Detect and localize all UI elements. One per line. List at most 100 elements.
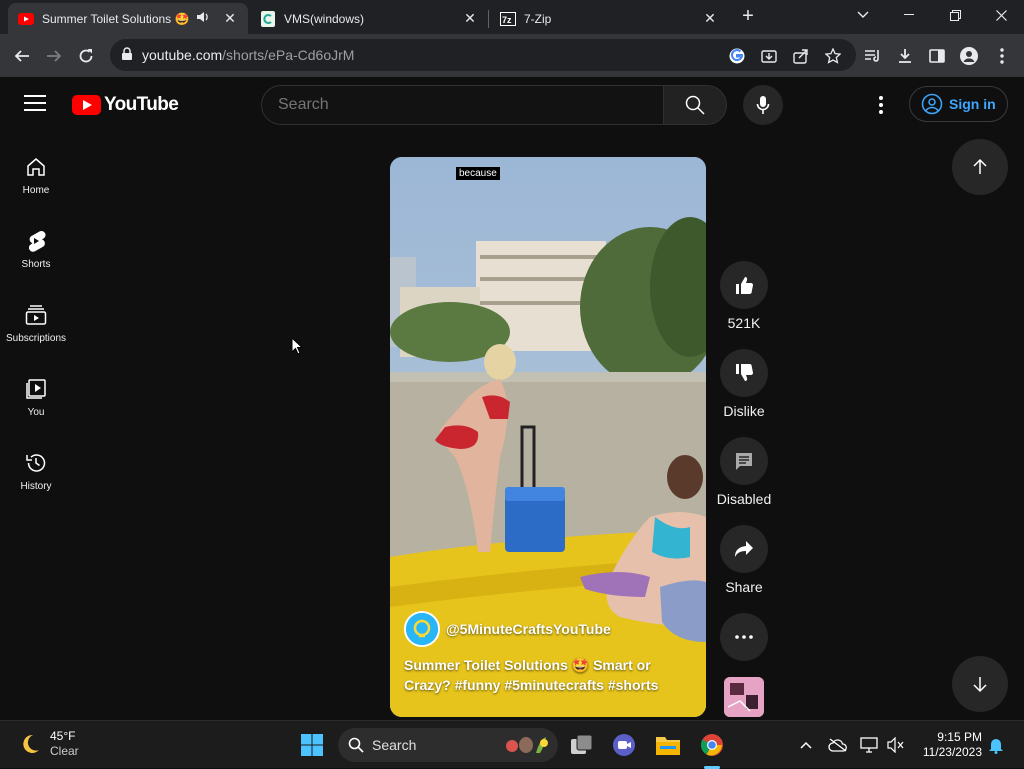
show-hidden-icons-chevron[interactable] bbox=[796, 735, 816, 755]
close-tab-icon[interactable]: ✕ bbox=[702, 10, 718, 27]
url-text[interactable]: youtube.com/shorts/ePa-Cd6oJrM bbox=[142, 47, 354, 63]
tab-vms-windows[interactable]: VMS(windows) ✕ bbox=[250, 3, 488, 34]
share-arrow-icon bbox=[735, 541, 753, 557]
weather-condition: Clear bbox=[50, 744, 79, 758]
next-short-button[interactable] bbox=[952, 656, 1008, 712]
thumbs-up-icon bbox=[736, 277, 754, 295]
sign-in-button[interactable]: Sign in bbox=[909, 86, 1008, 122]
back-button[interactable] bbox=[7, 41, 37, 71]
microphone-icon bbox=[756, 96, 770, 114]
mouse-cursor-icon bbox=[291, 337, 303, 355]
close-window-button[interactable] bbox=[978, 0, 1024, 30]
forward-button[interactable] bbox=[39, 41, 69, 71]
media-control-icon[interactable] bbox=[858, 41, 888, 71]
clock-date: 11/23/2023 bbox=[922, 745, 982, 759]
video-title[interactable]: Summer Toilet Solutions 🤩 Smart or Crazy… bbox=[404, 655, 694, 695]
search-box[interactable] bbox=[261, 85, 665, 125]
shorts-icon bbox=[28, 230, 46, 252]
close-tab-icon[interactable]: ✕ bbox=[222, 10, 238, 27]
voice-search-button[interactable] bbox=[743, 85, 783, 125]
comments-button[interactable]: Disabled bbox=[714, 437, 774, 507]
sidebar-label: You bbox=[27, 407, 45, 418]
settings-more-icon[interactable] bbox=[870, 93, 892, 117]
install-app-icon[interactable] bbox=[758, 45, 780, 67]
search-icon bbox=[685, 95, 705, 115]
chrome-icon bbox=[701, 734, 723, 756]
sidebar-label: Shorts bbox=[21, 259, 51, 270]
address-bar[interactable]: youtube.com/shorts/ePa-Cd6oJrM bbox=[110, 39, 856, 71]
browser-tab-strip: Summer Toilet Solutions 🤩 ✕ VMS(windows)… bbox=[0, 0, 1024, 34]
new-tab-button[interactable]: + bbox=[737, 5, 759, 29]
channel-avatar[interactable] bbox=[404, 611, 440, 647]
sidebar-label: History bbox=[20, 481, 52, 492]
youtube-page: YouTube Sign in Home Shorts Subscription… bbox=[0, 77, 1024, 720]
home-icon bbox=[27, 158, 45, 176]
profile-avatar-icon[interactable] bbox=[954, 41, 984, 71]
shorts-video-player[interactable]: because @5MinuteCraftsYouTube Summer Toi… bbox=[390, 157, 706, 717]
tab-7-zip[interactable]: 7z 7-Zip ✕ bbox=[490, 3, 728, 34]
account-circle-icon bbox=[921, 93, 943, 115]
folder-icon bbox=[656, 737, 680, 755]
bookmark-star-icon[interactable] bbox=[822, 45, 844, 67]
minimize-button[interactable] bbox=[886, 0, 932, 30]
youtube-logo[interactable]: YouTube bbox=[72, 94, 179, 116]
volume-muted-icon[interactable] bbox=[886, 735, 906, 755]
sound-thumbnail[interactable] bbox=[724, 677, 764, 717]
sidebar-item-subscriptions[interactable]: Subscriptions bbox=[0, 303, 72, 344]
teams-chat-button[interactable] bbox=[608, 729, 640, 761]
page-favicon-icon bbox=[260, 10, 276, 27]
side-panel-icon[interactable] bbox=[922, 41, 952, 71]
chrome-menu-icon[interactable] bbox=[987, 41, 1017, 71]
chat-icon bbox=[613, 734, 635, 756]
sidebar-item-you[interactable]: You bbox=[0, 377, 72, 418]
sidebar-item-home[interactable]: Home bbox=[0, 155, 72, 196]
speaker-icon[interactable] bbox=[196, 11, 214, 26]
chrome-taskbar-button[interactable] bbox=[696, 729, 728, 769]
sidebar-item-shorts[interactable]: Shorts bbox=[0, 229, 72, 270]
arrow-down-icon bbox=[973, 677, 987, 693]
file-explorer-button[interactable] bbox=[652, 729, 684, 761]
dislike-button[interactable]: Dislike bbox=[714, 349, 774, 419]
search-highlight-icon bbox=[506, 737, 548, 753]
youtube-favicon-icon bbox=[18, 11, 34, 27]
sidebar-item-history[interactable]: History bbox=[0, 451, 72, 492]
tab-title: Summer Toilet Solutions 🤩 bbox=[42, 11, 190, 26]
reload-button[interactable] bbox=[71, 41, 101, 71]
share-label: Share bbox=[725, 579, 763, 595]
svg-text:7z: 7z bbox=[502, 15, 512, 25]
library-icon bbox=[26, 379, 46, 399]
notifications-bell-icon[interactable] bbox=[986, 735, 1006, 755]
more-horizontal-icon bbox=[735, 635, 753, 639]
close-tab-icon[interactable]: ✕ bbox=[462, 10, 478, 27]
weather-widget[interactable]: 45°F Clear bbox=[18, 729, 79, 759]
search-button[interactable] bbox=[663, 85, 727, 125]
tab-summer-toilet-solutions[interactable]: Summer Toilet Solutions 🤩 ✕ bbox=[8, 3, 248, 34]
comment-icon bbox=[736, 453, 752, 470]
google-lens-icon[interactable] bbox=[726, 45, 748, 67]
browser-toolbar: youtube.com/shorts/ePa-Cd6oJrM bbox=[0, 34, 1024, 77]
lock-icon[interactable] bbox=[120, 47, 134, 61]
moon-icon bbox=[23, 734, 39, 753]
arrow-up-icon bbox=[973, 158, 987, 174]
downloads-icon[interactable] bbox=[890, 41, 920, 71]
restore-button[interactable] bbox=[932, 0, 978, 30]
channel-row[interactable]: @5MinuteCraftsYouTube bbox=[404, 611, 611, 647]
tab-title: 7-Zip bbox=[524, 11, 552, 26]
onedrive-offline-icon[interactable] bbox=[828, 735, 848, 755]
share-button[interactable]: Share bbox=[714, 525, 774, 595]
task-view-button[interactable] bbox=[566, 729, 598, 761]
system-clock[interactable]: 9:15 PM 11/23/2023 bbox=[918, 730, 982, 760]
share-page-icon[interactable] bbox=[790, 45, 812, 67]
taskbar-search[interactable]: Search bbox=[338, 728, 558, 762]
start-button[interactable] bbox=[296, 729, 328, 761]
youtube-play-icon bbox=[72, 95, 101, 115]
more-actions-button[interactable] bbox=[714, 613, 774, 667]
network-icon[interactable] bbox=[859, 735, 879, 755]
like-button[interactable]: 521K bbox=[714, 261, 774, 331]
windows-logo-icon bbox=[301, 734, 323, 756]
search-input[interactable] bbox=[262, 86, 664, 124]
channel-name[interactable]: @5MinuteCraftsYouTube bbox=[446, 621, 611, 637]
previous-short-button[interactable] bbox=[952, 139, 1008, 195]
tab-search-chevron-icon[interactable] bbox=[840, 0, 886, 30]
hamburger-menu-icon[interactable] bbox=[24, 95, 46, 113]
